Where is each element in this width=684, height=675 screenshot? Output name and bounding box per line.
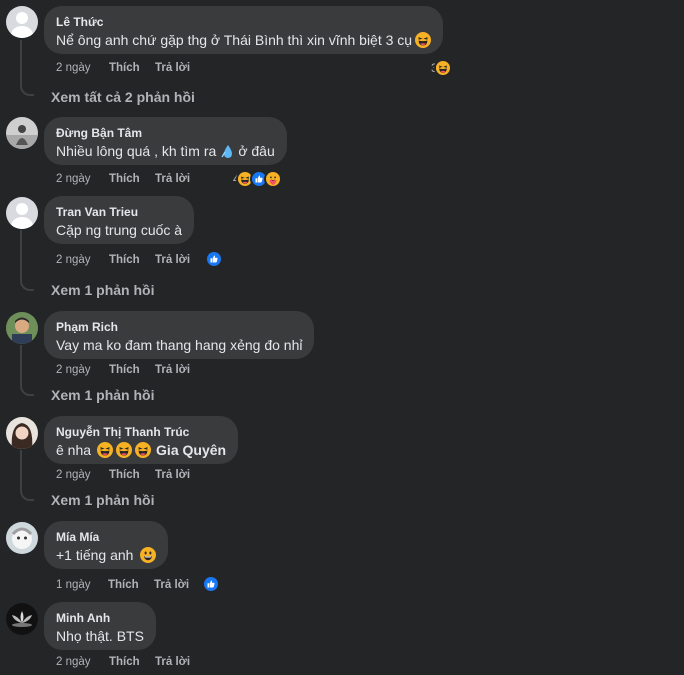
mention-link[interactable]: Gia Quyên — [156, 440, 226, 460]
comment-text: Vay ma ko đam thang hang xẻng đo nhỉ — [56, 337, 303, 353]
like-icon — [202, 575, 220, 593]
view-replies-link[interactable]: Xem tất cả 2 phản hồi — [51, 89, 195, 105]
reply-button[interactable]: Trả lời — [155, 62, 190, 74]
thread-line — [20, 40, 22, 84]
comment-actions: 1 ngày Thích Trả lời — [56, 579, 189, 591]
comment-text-suffix: ở đâu — [238, 143, 275, 159]
thread-line — [20, 345, 22, 384]
comment-author[interactable]: Đừng Bận Tâm — [56, 125, 275, 141]
avatar[interactable] — [6, 312, 38, 344]
comment-text: +1 tiếng anh — [56, 547, 134, 563]
reaction-summary[interactable]: 4 — [233, 170, 282, 188]
comment-timestamp[interactable]: 2 ngày — [56, 173, 109, 185]
comment-text: ê nha — [56, 442, 92, 458]
comment-bubble: Mía Mía +1 tiếng anh — [44, 521, 169, 569]
comment-actions: 2 ngày Thích Trả lời — [56, 62, 190, 74]
thread-connector — [20, 489, 34, 501]
comment-actions: 2 ngày Thích Trả lời — [56, 173, 190, 185]
comment-author[interactable]: Nguyễn Thị Thanh Trúc — [56, 424, 226, 440]
avatar[interactable] — [6, 117, 38, 149]
comment-bubble: Minh Anh Nhọ thật. BTS — [44, 602, 156, 650]
comment-text: Cặp ng trung cuốc à — [56, 222, 183, 238]
comment-actions: 2 ngày Thích Trả lời — [56, 469, 190, 481]
default-avatar-icon — [6, 197, 38, 229]
haha-emoji-icon — [135, 442, 151, 458]
reply-button[interactable]: Trả lời — [154, 579, 189, 591]
view-replies-link[interactable]: Xem 1 phản hồi — [51, 387, 154, 403]
comment-timestamp[interactable]: 2 ngày — [56, 656, 109, 668]
reaction-summary[interactable]: 3 — [431, 59, 452, 77]
smile-emoji-icon — [140, 547, 156, 563]
avatar[interactable] — [6, 603, 38, 635]
haha-emoji-icon — [116, 442, 132, 458]
care-icon — [263, 170, 282, 188]
like-button[interactable]: Thích — [109, 254, 155, 266]
thread-connector — [20, 84, 34, 96]
comment-text: Nhọ thật. BTS — [56, 628, 144, 644]
comment-text: Nhiều lông quá , kh tìm ra — [56, 143, 217, 159]
thread-line — [20, 230, 22, 279]
comment-timestamp[interactable]: 2 ngày — [56, 469, 109, 481]
avatar[interactable] — [6, 6, 38, 38]
comment-timestamp[interactable]: 2 ngày — [56, 364, 109, 376]
reply-button[interactable]: Trả lời — [155, 656, 190, 668]
comment-actions: 2 ngày Thích Trả lời — [56, 254, 190, 266]
like-button[interactable]: Thích — [109, 469, 155, 481]
like-button[interactable]: Thích — [109, 62, 155, 74]
reply-button[interactable]: Trả lời — [155, 254, 190, 266]
like-button[interactable]: Thích — [109, 656, 155, 668]
view-replies-link[interactable]: Xem 1 phản hồi — [51, 492, 154, 508]
comment-bubble: Đừng Bận Tâm Nhiều lông quá , kh tìm ra … — [44, 117, 287, 165]
comment-author[interactable]: Lê Thức — [56, 14, 431, 30]
comment-author[interactable]: Mía Mía — [56, 529, 156, 545]
reply-button[interactable]: Trả lời — [155, 469, 190, 481]
avatar[interactable] — [6, 197, 38, 229]
comment-text: Nể ông anh chứ gặp thg ở Thái Bình thì x… — [56, 32, 413, 48]
scrollbar[interactable] — [676, 0, 684, 675]
comment-author[interactable]: Tran Van Trieu — [56, 204, 182, 220]
comment-bubble: Tran Van Trieu Cặp ng trung cuốc à — [44, 196, 195, 244]
haha-emoji-icon — [97, 442, 113, 458]
haha-emoji-icon — [415, 32, 431, 48]
comment-timestamp[interactable]: 2 ngày — [56, 62, 109, 74]
avatar[interactable] — [6, 522, 38, 554]
reaction-summary[interactable] — [200, 575, 220, 593]
reply-button[interactable]: Trả lời — [155, 173, 190, 185]
like-button[interactable]: Thích — [109, 173, 155, 185]
avatar[interactable] — [6, 417, 38, 449]
default-avatar-icon — [6, 6, 38, 38]
like-button[interactable]: Thích — [108, 579, 154, 591]
sweat-drop-icon — [219, 143, 235, 159]
comment-bubble: Phạm Rich Vay ma ko đam thang hang xẻng … — [44, 311, 315, 359]
haha-icon — [433, 59, 452, 77]
like-button[interactable]: Thích — [109, 364, 155, 376]
thread-line — [20, 450, 22, 489]
comment-actions: 2 ngày Thích Trả lời — [56, 364, 190, 376]
comment-author[interactable]: Phạm Rich — [56, 319, 302, 335]
like-icon — [205, 250, 223, 268]
comment-bubble: Lê Thức Nể ông anh chứ gặp thg ở Thái Bì… — [44, 6, 444, 54]
thread-connector — [20, 384, 34, 396]
reply-button[interactable]: Trả lời — [155, 364, 190, 376]
thread-connector — [20, 279, 34, 291]
comment-timestamp[interactable]: 1 ngày — [56, 579, 108, 591]
reaction-summary[interactable] — [203, 250, 223, 268]
comment-bubble: Nguyễn Thị Thanh Trúc ê nha Gia Quyên — [44, 416, 239, 464]
comment-actions: 2 ngày Thích Trả lời — [56, 656, 190, 668]
view-replies-link[interactable]: Xem 1 phản hồi — [51, 282, 154, 298]
comment-timestamp[interactable]: 2 ngày — [56, 254, 109, 266]
comment-author[interactable]: Minh Anh — [56, 610, 144, 626]
